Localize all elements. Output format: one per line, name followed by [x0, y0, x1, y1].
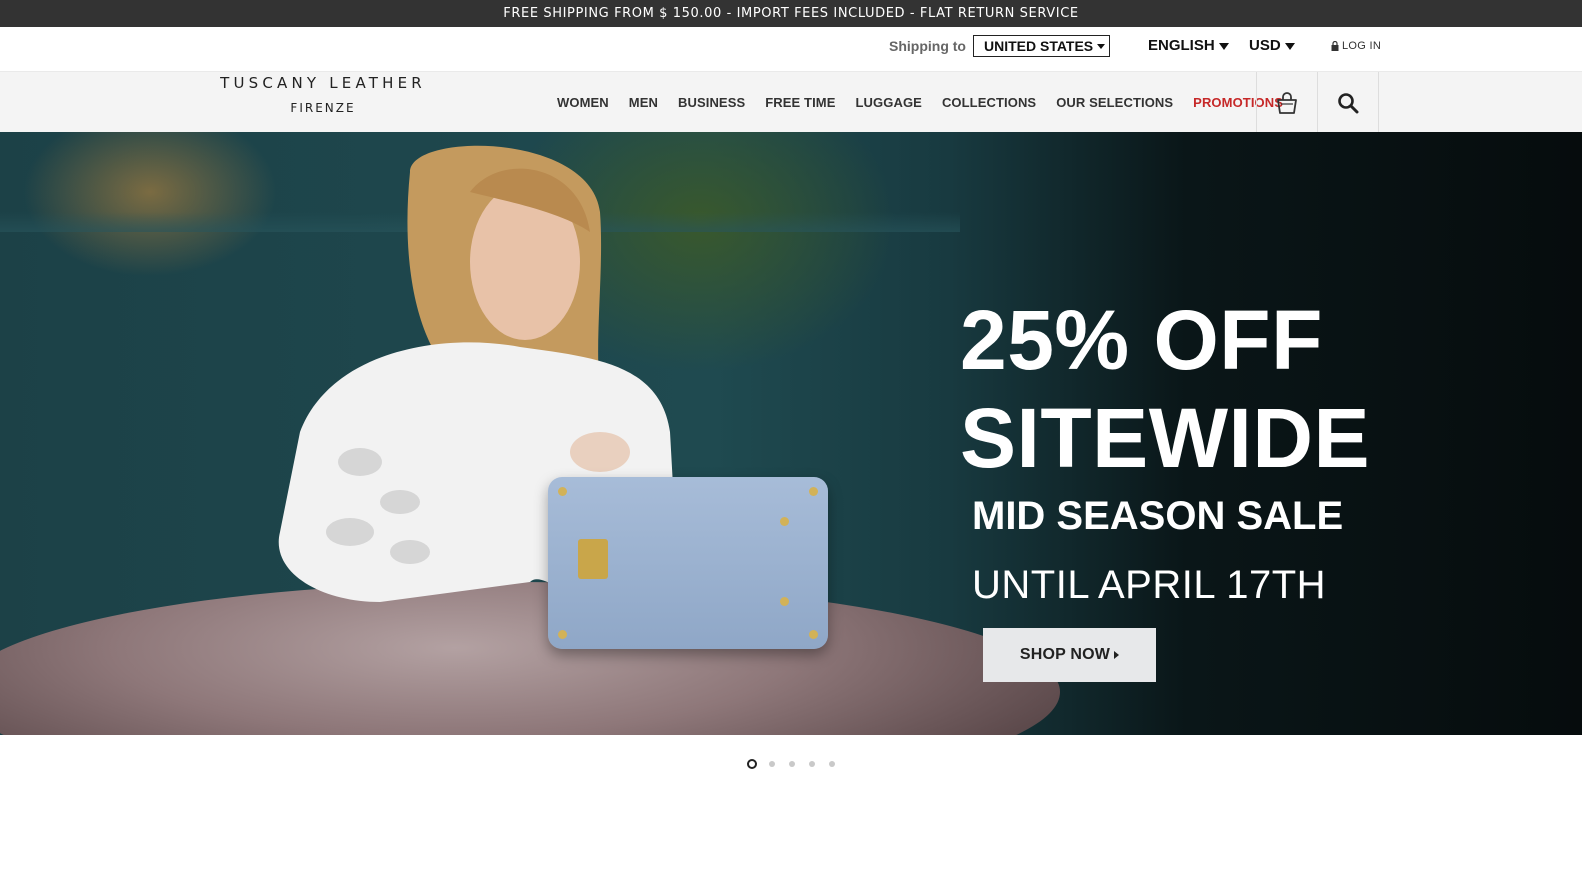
language-select[interactable]: ENGLISH: [1148, 37, 1229, 54]
nav-item-our-selections[interactable]: OUR SELECTIONS: [1056, 95, 1173, 110]
carousel-dot[interactable]: [809, 761, 815, 767]
utility-bar: Shipping to UNITED STATES ENGLISH USD LO…: [0, 27, 1582, 71]
login-label: LOG IN: [1342, 40, 1382, 52]
country-select[interactable]: UNITED STATES: [973, 35, 1110, 57]
logo-main-text: TUSCANY LEATHER: [220, 74, 426, 92]
language-value: ENGLISH: [1148, 37, 1215, 54]
nav-item-collections[interactable]: COLLECTIONS: [942, 95, 1036, 110]
shop-now-label: SHOP NOW: [1019, 646, 1111, 663]
country-value: UNITED STATES: [984, 38, 1094, 54]
carousel-dot[interactable]: [747, 759, 757, 769]
hero-date-line: UNTIL APRIL 17TH: [972, 563, 1327, 607]
logo[interactable]: TUSCANY LEATHER FIRENZE: [207, 74, 439, 115]
cart-button[interactable]: [1257, 72, 1317, 133]
carousel-dot[interactable]: [789, 761, 795, 767]
hero-text: 25% OFF SITEWIDE MID SEASON SALE UNTIL A…: [960, 292, 1370, 608]
search-button[interactable]: [1318, 72, 1378, 133]
chevron-down-icon: [1097, 43, 1106, 49]
nav-item-women[interactable]: WOMEN: [557, 95, 609, 110]
search-icon: [1338, 92, 1359, 113]
nav-menu: WOMEN MEN BUSINESS FREE TIME LUGGAGE COL…: [557, 72, 1283, 133]
nav-item-men[interactable]: MEN: [629, 95, 658, 110]
carousel-dots: [747, 759, 849, 769]
shipping-label: Shipping to: [889, 38, 966, 54]
hero-headline-1: 25% OFF: [960, 293, 1323, 387]
bag-stud: [780, 517, 789, 526]
hero-subheadline: MID SEASON SALE: [972, 494, 1344, 538]
chevron-down-icon: [1284, 42, 1295, 50]
nav-item-luggage[interactable]: LUGGAGE: [856, 95, 922, 110]
promo-bar-text: FREE SHIPPING FROM $ 150.00 - IMPORT FEE…: [503, 6, 1079, 21]
logo-sub-text: FIRENZE: [290, 101, 356, 115]
chevron-down-icon: [1218, 42, 1229, 50]
bag-stud: [558, 487, 567, 496]
bag-clasp: [578, 539, 608, 579]
nav-item-business[interactable]: BUSINESS: [678, 95, 745, 110]
currency-select[interactable]: USD: [1249, 37, 1295, 54]
hero-headline-2: SITEWIDE: [960, 391, 1371, 485]
lock-icon: [1331, 41, 1339, 51]
hero-banner[interactable]: 25% OFF SITEWIDE MID SEASON SALE UNTIL A…: [0, 132, 1582, 735]
bag-stud: [809, 630, 818, 639]
hero-image-bag: [548, 477, 828, 649]
shop-now-button[interactable]: SHOP NOW: [983, 628, 1156, 682]
caret-right-icon: [1114, 651, 1120, 659]
nav-divider: [1378, 72, 1379, 133]
promo-bar: FREE SHIPPING FROM $ 150.00 - IMPORT FEE…: [0, 0, 1582, 27]
bag-icon: [1277, 91, 1297, 114]
bag-stud: [558, 630, 567, 639]
bag-stud: [809, 487, 818, 496]
nav-item-free-time[interactable]: FREE TIME: [765, 95, 835, 110]
main-nav: TUSCANY LEATHER FIRENZE WOMEN MEN BUSINE…: [0, 71, 1582, 133]
currency-value: USD: [1249, 37, 1281, 54]
carousel-dot[interactable]: [769, 761, 775, 767]
bag-stud: [780, 597, 789, 606]
login-link[interactable]: LOG IN: [1331, 40, 1381, 52]
carousel-dot[interactable]: [829, 761, 835, 767]
